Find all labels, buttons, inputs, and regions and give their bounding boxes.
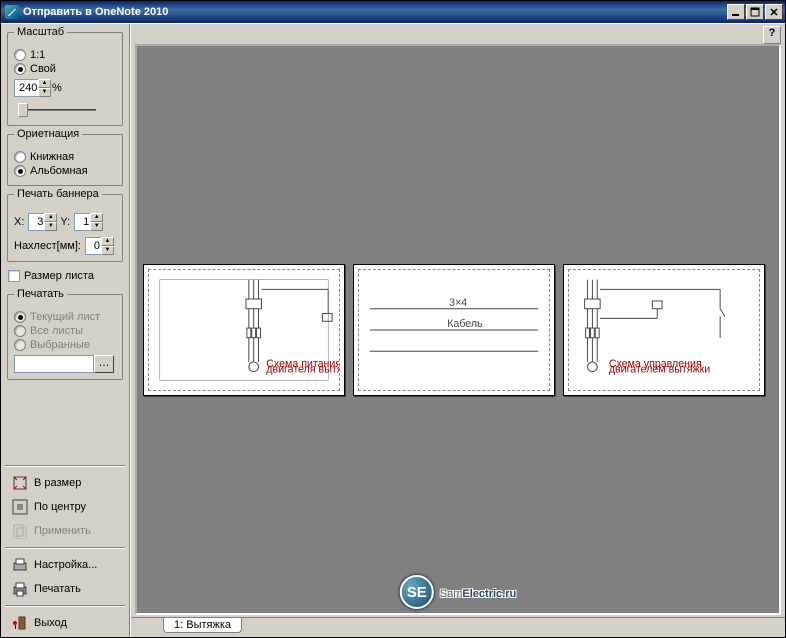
radio-label: Текущий лист <box>30 311 100 323</box>
sheet-tab[interactable]: 1: Вытяжка <box>163 618 242 633</box>
orientation-radio-portrait[interactable]: Книжная <box>14 151 116 163</box>
spin-up[interactable]: ▲ <box>101 237 114 246</box>
radio-label: 1:1 <box>30 49 45 61</box>
printer-setup-icon <box>12 557 28 573</box>
radio-icon <box>14 49 26 61</box>
print-radio-selected[interactable]: Выбранные <box>14 339 116 351</box>
spin-up[interactable]: ▲ <box>90 213 103 222</box>
scale-slider[interactable] <box>14 101 100 119</box>
print-group-title: Печатать <box>14 288 67 300</box>
radio-icon <box>14 151 26 163</box>
window-title: Отправить в OneNote 2010 <box>23 6 168 18</box>
radio-icon <box>14 339 26 351</box>
svg-text:Кабель: Кабель <box>447 318 483 330</box>
radio-label: Свой <box>30 63 56 75</box>
close-button[interactable] <box>765 4 783 20</box>
radio-label: Альбомная <box>30 165 88 177</box>
checkbox-label: Размер листа <box>24 270 94 282</box>
exit-icon <box>12 615 28 631</box>
print-path-input[interactable] <box>14 355 94 373</box>
percent-label: % <box>52 82 62 94</box>
fit-button[interactable]: В размер <box>7 472 123 494</box>
minimize-button[interactable] <box>727 4 745 20</box>
scale-radio-1-1[interactable]: 1:1 <box>14 49 116 61</box>
scale-group-title: Масштаб <box>14 26 67 38</box>
overlap-label: Нахлест[мм]: <box>14 240 81 252</box>
spin-up[interactable]: ▲ <box>44 213 57 222</box>
orientation-group: Ориетнация Книжная Альбомная <box>7 134 123 186</box>
scale-radio-custom[interactable]: Свой <box>14 63 116 75</box>
checkbox-icon <box>8 270 20 282</box>
sheet-size-checkbox[interactable]: Размер листа <box>8 270 122 282</box>
radio-label: Все листы <box>30 325 83 337</box>
apply-icon <box>12 523 28 539</box>
spin-down[interactable]: ▼ <box>90 222 103 231</box>
apply-button: Применить <box>7 520 123 542</box>
print-group: Печатать Текущий лист Все листы Выбранны… <box>7 294 123 380</box>
x-label: X: <box>14 216 24 228</box>
scale-group: Масштаб 1:1 Свой ▲▼ % <box>7 32 123 126</box>
watermark-text: SamElectric.ru <box>440 582 516 602</box>
print-button[interactable]: Печатать <box>7 578 123 600</box>
center-button[interactable]: По центру <box>7 496 123 518</box>
radio-icon <box>14 311 26 323</box>
preview-page: Схема питания двигателя вытяжки <box>143 264 345 396</box>
watermark-badge: SE <box>400 575 434 609</box>
print-radio-current[interactable]: Текущий лист <box>14 311 116 323</box>
y-label: Y: <box>60 216 70 228</box>
radio-icon <box>14 63 26 75</box>
tool-label: Выход <box>34 617 67 629</box>
print-radio-all[interactable]: Все листы <box>14 325 116 337</box>
tool-label: Настройка... <box>34 559 97 571</box>
watermark: SE SamElectric.ru <box>400 575 516 609</box>
exit-button[interactable]: Выход <box>7 612 123 634</box>
svg-text:двигателя вытяжки: двигателя вытяжки <box>266 363 339 375</box>
app-icon <box>5 5 19 19</box>
tool-label: Печатать <box>34 583 81 595</box>
tool-label: Применить <box>34 525 91 537</box>
tab-strip: 1: Вытяжка <box>131 617 785 637</box>
svg-text:3×4: 3×4 <box>449 296 467 308</box>
spin-down[interactable]: ▼ <box>44 222 57 231</box>
maximize-button[interactable] <box>746 4 764 20</box>
spin-up[interactable]: ▲ <box>38 79 51 88</box>
fit-icon <box>12 475 28 491</box>
orientation-group-title: Ориетнация <box>14 128 82 140</box>
spin-down[interactable]: ▼ <box>101 246 114 255</box>
preview-pane: ? Сх <box>130 24 785 637</box>
overlap-input[interactable]: ▲▼ <box>85 237 113 255</box>
help-button[interactable]: ? <box>763 26 781 44</box>
browse-button[interactable]: … <box>94 355 114 373</box>
titlebar: Отправить в OneNote 2010 <box>1 1 785 23</box>
setup-button[interactable]: Настройка... <box>7 554 123 576</box>
svg-text:двигателем вытяжки: двигателем вытяжки <box>609 363 710 375</box>
radio-icon <box>14 325 26 337</box>
banner-group-title: Печать баннера <box>14 188 102 200</box>
banner-y-input[interactable]: ▲▼ <box>74 213 102 231</box>
printer-icon <box>12 581 28 597</box>
radio-label: Выбранные <box>30 339 90 351</box>
tool-label: В размер <box>34 477 81 489</box>
orientation-radio-landscape[interactable]: Альбомная <box>14 165 116 177</box>
tool-label: По центру <box>34 501 86 513</box>
center-icon <box>12 499 28 515</box>
preview-page: Схема управления двигателем вытяжки <box>563 264 765 396</box>
app-window: Отправить в OneNote 2010 Масштаб 1:1 Сво… <box>0 0 786 638</box>
banner-group: Печать баннера X: ▲▼ Y: ▲▼ Нахлест[мм]: <box>7 194 123 262</box>
radio-icon <box>14 165 26 177</box>
print-preview-canvas[interactable]: Схема питания двигателя вытяжки 3×4 Кабе… <box>135 44 781 615</box>
spin-down[interactable]: ▼ <box>38 88 51 97</box>
banner-x-input[interactable]: ▲▼ <box>28 213 56 231</box>
preview-page: 3×4 Кабель <box>353 264 555 396</box>
sidebar: Масштаб 1:1 Свой ▲▼ % <box>1 24 130 637</box>
scale-value-input[interactable]: ▲▼ <box>14 79 48 97</box>
radio-label: Книжная <box>30 151 74 163</box>
